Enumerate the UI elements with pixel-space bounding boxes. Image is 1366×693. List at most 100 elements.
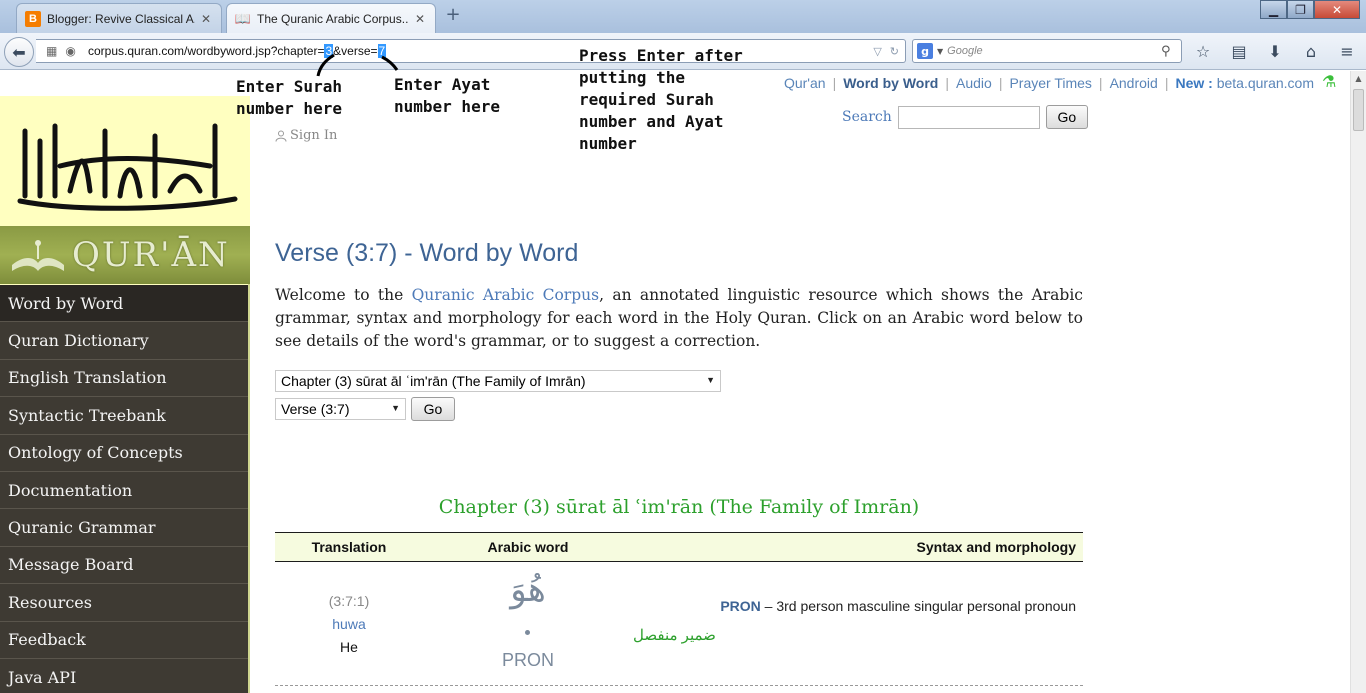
toolbar-icons: ☆ ▤ ⬇ ⌂ ≡ <box>1190 39 1360 63</box>
flask-icon: ⚗ <box>1322 74 1337 91</box>
page-scrollbar[interactable]: ▲ <box>1350 71 1366 693</box>
scroll-up-icon[interactable]: ▲ <box>1351 71 1366 87</box>
window-controls: ▁ ❐ ✕ <box>1260 0 1360 19</box>
link-quran[interactable]: Qur'an <box>784 75 826 91</box>
close-icon[interactable]: ✕ <box>413 12 427 26</box>
chapter-select-value: Chapter (3) sūrat āl ʿim'rān (The Family… <box>281 373 586 389</box>
header-translation: Translation <box>311 539 387 555</box>
scroll-thumb[interactable] <box>1353 89 1364 131</box>
maximize-icon[interactable]: ❐ <box>1287 0 1314 19</box>
sidebar: QUR'ĀN Word by Word Quran Dictionary Eng… <box>0 96 250 693</box>
arabic-description: ضمير منفصل <box>633 627 716 644</box>
menu-item-quranic-grammar[interactable]: Quranic Grammar <box>0 509 248 547</box>
arabic-word[interactable]: هُوَ <box>423 570 633 610</box>
search-go-button[interactable]: Go <box>1045 105 1088 129</box>
pos-description: – 3rd person masculine singular personal… <box>760 598 1076 614</box>
url-chapter-param[interactable]: 3 <box>324 44 334 58</box>
url-verse-param[interactable]: 7 <box>377 44 387 58</box>
word-location[interactable]: (3:7:1) <box>275 590 423 613</box>
corpus-link[interactable]: Quranic Arabic Corpus <box>412 286 599 304</box>
blogger-icon: B <box>25 10 41 27</box>
url-text[interactable]: corpus.quran.com/wordbyword.jsp?chapter=… <box>88 44 873 58</box>
quran-logo[interactable]: QUR'ĀN <box>0 226 250 284</box>
link-word-by-word[interactable]: Word by Word <box>843 75 938 91</box>
transliteration: huwa <box>332 616 366 632</box>
globe-icon: ◉ <box>65 44 76 58</box>
chapter-select[interactable]: Chapter (3) sūrat āl ʿim'rān (The Family… <box>275 370 721 392</box>
menu-item-documentation[interactable]: Documentation <box>0 471 248 510</box>
magnifier-icon[interactable]: ⚲ <box>1161 44 1181 59</box>
new-tab-plus-icon[interactable]: + <box>444 6 462 25</box>
annotation-ayat: Enter Ayat number here <box>394 75 500 116</box>
sign-in-label: Sign In <box>290 128 338 143</box>
page-grid-icon[interactable]: ▦ <box>46 44 57 58</box>
annotation-surah: Enter Surah number here <box>236 77 342 118</box>
intro-text-start: Welcome to the <box>275 286 412 304</box>
sign-in-link[interactable]: Sign In <box>275 128 337 143</box>
bookmarks-list-icon[interactable]: ▤ <box>1226 39 1252 63</box>
chevron-down-icon: ▼ <box>706 375 715 385</box>
close-icon[interactable]: ✕ <box>199 12 213 26</box>
table-row: (3:7:1) huwa He هُوَ PRON PRON – 3rd per… <box>275 562 1083 686</box>
top-links: Qur'an | Word by Word | Audio | Prayer T… <box>783 74 1337 91</box>
search-placeholder[interactable]: Google <box>947 45 1161 57</box>
search-label: Search <box>842 109 892 125</box>
tab-label: The Quranic Arabic Corpus... <box>257 11 409 26</box>
link-beta[interactable]: beta.quran.com <box>1217 75 1314 91</box>
window-close-icon[interactable]: ✕ <box>1314 0 1360 19</box>
home-icon[interactable]: ⌂ <box>1298 39 1324 63</box>
browser-search-bar[interactable]: g ▼ Google ⚲ <box>912 39 1182 63</box>
calligraphy-logo <box>0 96 250 226</box>
menu-item-english-translation[interactable]: English Translation <box>0 359 248 398</box>
web-page: Qur'an | Word by Word | Audio | Prayer T… <box>0 71 1350 693</box>
translation-cell: (3:7:1) huwa He <box>275 562 423 685</box>
menu-item-word-by-word[interactable]: Word by Word <box>0 285 248 323</box>
menu-hamburger-icon[interactable]: ≡ <box>1334 39 1360 63</box>
url-bar[interactable]: ▦ ◉ corpus.quran.com/wordbyword.jsp?chap… <box>36 39 906 63</box>
chevron-down-icon: ▼ <box>391 403 400 413</box>
google-icon[interactable]: g <box>917 43 933 59</box>
new-label: New : <box>1175 75 1213 91</box>
menu-item-resources[interactable]: Resources <box>0 584 248 622</box>
tab-label: Blogger: Revive Classical A... <box>47 11 195 26</box>
menu-item-ontology[interactable]: Ontology of Concepts <box>0 434 248 472</box>
tab-bar: B Blogger: Revive Classical A... ✕ 📖 The… <box>0 0 1366 33</box>
open-book-icon <box>12 240 64 271</box>
download-icon[interactable]: ⬇ <box>1262 39 1288 63</box>
link-audio[interactable]: Audio <box>956 75 992 91</box>
tab-quranic-corpus[interactable]: 📖 The Quranic Arabic Corpus... ✕ <box>226 3 436 33</box>
dropdown-arrow-icon[interactable]: ▽ <box>873 45 881 58</box>
verse-select[interactable]: Verse (3:7) ▼ <box>275 398 406 420</box>
menu-item-syntactic-treebank[interactable]: Syntactic Treebank <box>0 397 248 435</box>
pos-tag: PRON <box>501 650 554 670</box>
verse-go-button[interactable]: Go <box>411 397 455 421</box>
verse-select-value: Verse (3:7) <box>281 401 350 417</box>
word-by-word-table: Translation Arabic word Syntax and morph… <box>275 532 1083 686</box>
reload-icon[interactable]: ↻ <box>890 45 899 58</box>
header-syntax: Syntax and morphology <box>916 539 1076 555</box>
link-android[interactable]: Android <box>1110 75 1158 91</box>
page-title: Verse (3:7) - Word by Word <box>275 239 579 267</box>
annotation-press-enter: Press Enter after putting the required S… <box>579 46 743 153</box>
pos-label[interactable]: PRON <box>720 598 760 614</box>
chevron-down-icon[interactable]: ▼ <box>937 47 943 56</box>
sidebar-menu: Word by Word Quran Dictionary English Tr… <box>0 285 248 693</box>
menu-item-quran-dictionary[interactable]: Quran Dictionary <box>0 322 248 360</box>
segment-dot <box>525 630 530 635</box>
intro-paragraph: Welcome to the Quranic Arabic Corpus, an… <box>275 284 1083 353</box>
menu-item-feedback[interactable]: Feedback <box>0 621 248 659</box>
bookmark-star-icon[interactable]: ☆ <box>1190 39 1216 63</box>
menu-item-message-board[interactable]: Message Board <box>0 546 248 585</box>
url-mid: &verse= <box>333 44 378 58</box>
arabic-word-cell[interactable]: هُوَ PRON <box>423 562 633 685</box>
user-icon <box>275 130 287 142</box>
link-prayer-times[interactable]: Prayer Times <box>1009 75 1091 91</box>
gloss: He <box>340 639 358 655</box>
minimize-icon[interactable]: ▁ <box>1260 0 1287 19</box>
back-arrow-icon[interactable]: ⬅ <box>4 37 34 67</box>
url-prefix: corpus.quran.com/wordbyword.jsp?chapter= <box>88 44 325 58</box>
table-header: Translation Arabic word Syntax and morph… <box>275 532 1083 562</box>
menu-item-java-api[interactable]: Java API <box>0 658 248 693</box>
tab-blogger[interactable]: B Blogger: Revive Classical A... ✕ <box>16 3 222 33</box>
search-input[interactable] <box>897 105 1040 129</box>
